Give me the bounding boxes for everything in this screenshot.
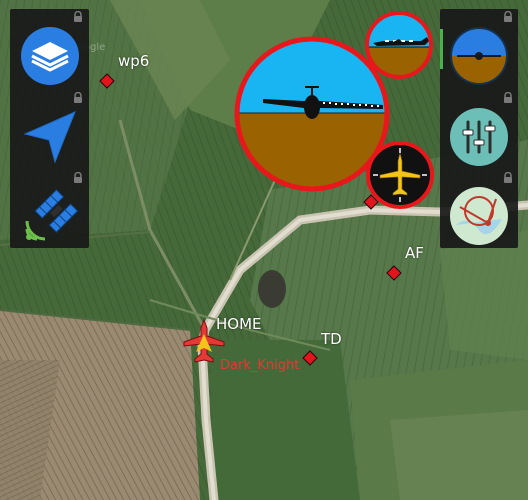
lock-icon bbox=[504, 92, 512, 103]
plan-route-button[interactable] bbox=[448, 185, 510, 247]
attitude-indicator-icon bbox=[450, 27, 508, 85]
lock-icon bbox=[74, 11, 82, 22]
lock-icon bbox=[74, 172, 82, 183]
waypoint-marker[interactable] bbox=[386, 265, 402, 281]
waypoint-label: wp6 bbox=[118, 52, 150, 70]
layers-icon bbox=[21, 27, 79, 85]
pitch-indicator[interactable] bbox=[363, 9, 435, 81]
waypoint-label: TD bbox=[321, 330, 342, 348]
sliders-icon bbox=[450, 108, 508, 166]
navigation-arrow-icon bbox=[23, 111, 76, 164]
heading-indicator[interactable] bbox=[364, 139, 436, 211]
right-toolbar bbox=[440, 9, 518, 248]
navigate-button[interactable] bbox=[19, 106, 81, 168]
layers-button[interactable] bbox=[19, 25, 81, 87]
left-toolbar bbox=[10, 9, 89, 248]
instrument-view-button[interactable] bbox=[448, 25, 510, 87]
satellite-icon bbox=[25, 189, 79, 241]
lock-icon bbox=[504, 11, 512, 22]
satellite-button[interactable] bbox=[19, 185, 81, 247]
active-indicator bbox=[440, 29, 443, 69]
lock-icon bbox=[504, 172, 512, 183]
waypoint-marker[interactable] bbox=[99, 73, 115, 89]
tuning-button[interactable] bbox=[448, 106, 510, 168]
vehicle-label: Dark_Knight bbox=[220, 358, 300, 373]
map-route-icon bbox=[450, 187, 508, 245]
lock-icon bbox=[74, 92, 82, 103]
waypoint-marker[interactable] bbox=[302, 350, 318, 366]
waypoint-label: AF bbox=[405, 244, 424, 262]
